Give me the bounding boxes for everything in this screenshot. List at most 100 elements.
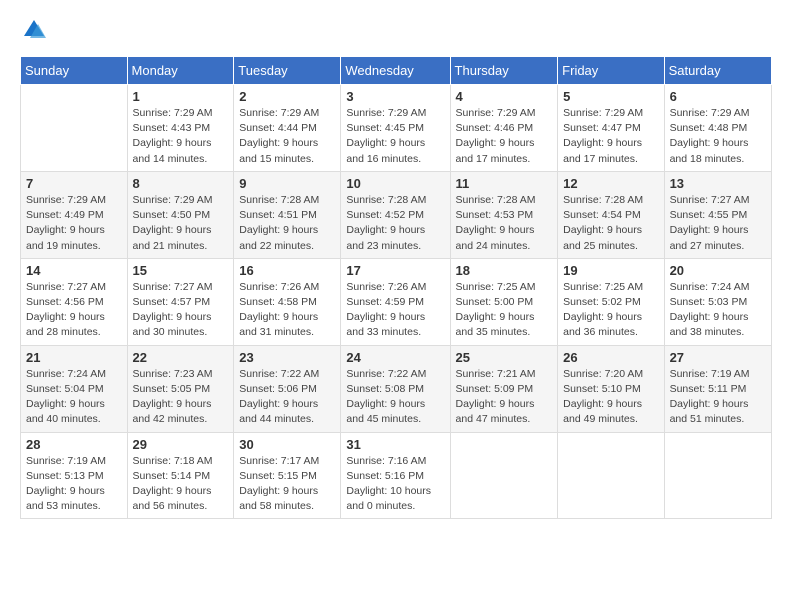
day-info: Sunrise: 7:27 AMSunset: 4:56 PMDaylight:… (26, 280, 122, 341)
day-info: Sunrise: 7:26 AMSunset: 4:59 PMDaylight:… (346, 280, 444, 341)
day-info: Sunrise: 7:16 AMSunset: 5:16 PMDaylight:… (346, 454, 444, 515)
day-info: Sunrise: 7:28 AMSunset: 4:52 PMDaylight:… (346, 193, 444, 254)
calendar-cell: 14 Sunrise: 7:27 AMSunset: 4:56 PMDayligh… (21, 258, 128, 345)
calendar-cell: 2Sunrise: 7:29 AMSunset: 4:44 PMDaylight… (234, 85, 341, 172)
calendar-cell: 10 Sunrise: 7:28 AMSunset: 4:52 PMDayligh… (341, 171, 450, 258)
calendar-cell: 30Sunrise: 7:17 AMSunset: 5:15 PMDayligh… (234, 432, 341, 519)
calendar-cell: 11 Sunrise: 7:28 AMSunset: 4:53 PMDayligh… (450, 171, 558, 258)
day-info: Sunrise: 7:25 AMSunset: 5:00 PMDaylight:… (456, 280, 553, 341)
day-number: 21 (26, 350, 122, 365)
day-info: Sunrise: 7:19 AMSunset: 5:11 PMDaylight:… (670, 367, 766, 428)
day-number: 17 (346, 263, 444, 278)
day-number: 27 (670, 350, 766, 365)
day-info: Sunrise: 7:22 AMSunset: 5:08 PMDaylight:… (346, 367, 444, 428)
calendar-cell: 6Sunrise: 7:29 AMSunset: 4:48 PMDaylight… (664, 85, 771, 172)
day-info: Sunrise: 7:29 AMSunset: 4:49 PMDaylight:… (26, 193, 122, 254)
calendar-cell: 31 Sunrise: 7:16 AMSunset: 5:16 PMDayligh… (341, 432, 450, 519)
day-number: 24 (346, 350, 444, 365)
day-number: 28 (26, 437, 122, 452)
day-number: 19 (563, 263, 658, 278)
calendar-cell: 26 Sunrise: 7:20 AMSunset: 5:10 PMDayligh… (558, 345, 664, 432)
day-number: 3 (346, 89, 444, 104)
calendar-cell: 28 Sunrise: 7:19 AMSunset: 5:13 PMDayligh… (21, 432, 128, 519)
day-info: Sunrise: 7:23 AMSunset: 5:05 PMDaylight:… (133, 367, 229, 428)
day-number: 25 (456, 350, 553, 365)
day-number: 18 (456, 263, 553, 278)
day-info: Sunrise: 7:29 AMSunset: 4:43 PMDaylight:… (133, 106, 229, 167)
calendar-week-row: 7Sunrise: 7:29 AMSunset: 4:49 PMDaylight… (21, 171, 772, 258)
day-info: Sunrise: 7:25 AMSunset: 5:02 PMDaylight:… (563, 280, 658, 341)
day-number: 10 (346, 176, 444, 191)
day-info: Sunrise: 7:24 AMSunset: 5:04 PMDaylight:… (26, 367, 122, 428)
calendar-cell: 9 Sunrise: 7:28 AMSunset: 4:51 PMDaylight… (234, 171, 341, 258)
day-number: 29 (133, 437, 229, 452)
day-info: Sunrise: 7:29 AMSunset: 4:46 PMDaylight:… (456, 106, 553, 167)
calendar-week-row: 28 Sunrise: 7:19 AMSunset: 5:13 PMDayligh… (21, 432, 772, 519)
calendar-cell: 22Sunrise: 7:23 AMSunset: 5:05 PMDayligh… (127, 345, 234, 432)
calendar-cell: 8Sunrise: 7:29 AMSunset: 4:50 PMDaylight… (127, 171, 234, 258)
calendar-cell: 20 Sunrise: 7:24 AMSunset: 5:03 PMDayligh… (664, 258, 771, 345)
day-info: Sunrise: 7:18 AMSunset: 5:14 PMDaylight:… (133, 454, 229, 515)
day-info: Sunrise: 7:29 AMSunset: 4:45 PMDaylight:… (346, 106, 444, 167)
day-info: Sunrise: 7:24 AMSunset: 5:03 PMDaylight:… (670, 280, 766, 341)
calendar-cell: 5 Sunrise: 7:29 AMSunset: 4:47 PMDaylight… (558, 85, 664, 172)
calendar-cell: 12 Sunrise: 7:28 AMSunset: 4:54 PMDayligh… (558, 171, 664, 258)
day-number: 11 (456, 176, 553, 191)
day-number: 15 (133, 263, 229, 278)
calendar-body: 1 Sunrise: 7:29 AMSunset: 4:43 PMDaylight… (21, 85, 772, 519)
day-info: Sunrise: 7:27 AMSunset: 4:55 PMDaylight:… (670, 193, 766, 254)
day-header-tuesday: Tuesday (234, 57, 341, 85)
day-number: 20 (670, 263, 766, 278)
day-number: 6 (670, 89, 766, 104)
day-header-friday: Friday (558, 57, 664, 85)
day-info: Sunrise: 7:29 AMSunset: 4:47 PMDaylight:… (563, 106, 658, 167)
calendar-cell: 27 Sunrise: 7:19 AMSunset: 5:11 PMDayligh… (664, 345, 771, 432)
calendar-cell: 16 Sunrise: 7:26 AMSunset: 4:58 PMDayligh… (234, 258, 341, 345)
day-number: 31 (346, 437, 444, 452)
calendar-cell: 7Sunrise: 7:29 AMSunset: 4:49 PMDaylight… (21, 171, 128, 258)
logo (20, 16, 52, 44)
day-number: 16 (239, 263, 335, 278)
calendar-cell: 19 Sunrise: 7:25 AMSunset: 5:02 PMDayligh… (558, 258, 664, 345)
day-number: 13 (670, 176, 766, 191)
day-info: Sunrise: 7:21 AMSunset: 5:09 PMDaylight:… (456, 367, 553, 428)
day-header-monday: Monday (127, 57, 234, 85)
day-number: 5 (563, 89, 658, 104)
day-number: 14 (26, 263, 122, 278)
day-header-sunday: Sunday (21, 57, 128, 85)
day-number: 23 (239, 350, 335, 365)
day-info: Sunrise: 7:20 AMSunset: 5:10 PMDaylight:… (563, 367, 658, 428)
calendar-header: SundayMondayTuesdayWednesdayThursdayFrid… (21, 57, 772, 85)
calendar-cell (21, 85, 128, 172)
calendar-week-row: 14 Sunrise: 7:27 AMSunset: 4:56 PMDayligh… (21, 258, 772, 345)
day-info: Sunrise: 7:28 AMSunset: 4:51 PMDaylight:… (239, 193, 335, 254)
calendar-cell: 25 Sunrise: 7:21 AMSunset: 5:09 PMDayligh… (450, 345, 558, 432)
day-header-wednesday: Wednesday (341, 57, 450, 85)
day-number: 9 (239, 176, 335, 191)
calendar-cell: 13 Sunrise: 7:27 AMSunset: 4:55 PMDayligh… (664, 171, 771, 258)
calendar-cell: 23 Sunrise: 7:22 AMSunset: 5:06 PMDayligh… (234, 345, 341, 432)
day-number: 4 (456, 89, 553, 104)
day-info: Sunrise: 7:28 AMSunset: 4:53 PMDaylight:… (456, 193, 553, 254)
day-info: Sunrise: 7:27 AMSunset: 4:57 PMDaylight:… (133, 280, 229, 341)
day-info: Sunrise: 7:29 AMSunset: 4:44 PMDaylight:… (239, 106, 335, 167)
day-info: Sunrise: 7:28 AMSunset: 4:54 PMDaylight:… (563, 193, 658, 254)
day-number: 26 (563, 350, 658, 365)
calendar-table: SundayMondayTuesdayWednesdayThursdayFrid… (20, 56, 772, 519)
calendar-cell (450, 432, 558, 519)
day-number: 1 (133, 89, 229, 104)
calendar-cell: 17 Sunrise: 7:26 AMSunset: 4:59 PMDayligh… (341, 258, 450, 345)
calendar-cell: 1 Sunrise: 7:29 AMSunset: 4:43 PMDaylight… (127, 85, 234, 172)
logo-icon (20, 16, 48, 44)
calendar-cell: 24 Sunrise: 7:22 AMSunset: 5:08 PMDayligh… (341, 345, 450, 432)
calendar-cell: 3 Sunrise: 7:29 AMSunset: 4:45 PMDaylight… (341, 85, 450, 172)
day-number: 12 (563, 176, 658, 191)
day-info: Sunrise: 7:22 AMSunset: 5:06 PMDaylight:… (239, 367, 335, 428)
day-info: Sunrise: 7:19 AMSunset: 5:13 PMDaylight:… (26, 454, 122, 515)
day-info: Sunrise: 7:26 AMSunset: 4:58 PMDaylight:… (239, 280, 335, 341)
day-info: Sunrise: 7:29 AMSunset: 4:50 PMDaylight:… (133, 193, 229, 254)
day-header-thursday: Thursday (450, 57, 558, 85)
calendar-cell: 21 Sunrise: 7:24 AMSunset: 5:04 PMDayligh… (21, 345, 128, 432)
day-header-saturday: Saturday (664, 57, 771, 85)
day-info: Sunrise: 7:17 AMSunset: 5:15 PMDaylight:… (239, 454, 335, 515)
